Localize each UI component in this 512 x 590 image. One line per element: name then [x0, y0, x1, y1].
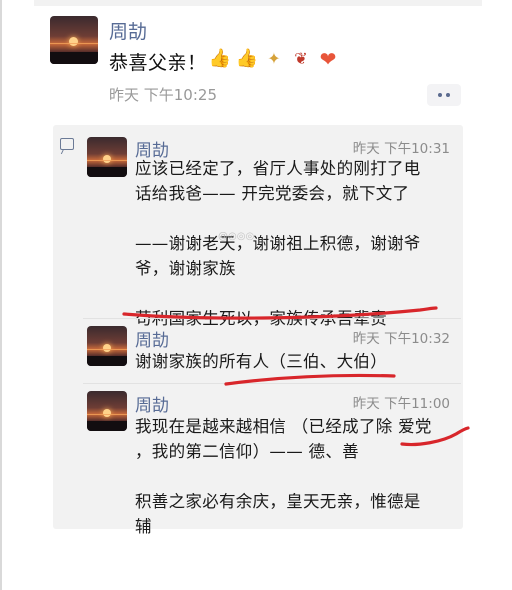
comment-icon	[60, 138, 74, 150]
more-options-button[interactable]	[427, 84, 461, 106]
rose-icon: ❦	[294, 49, 308, 68]
post-emojis: 👍 👍 ✦ ❦ ❤	[208, 46, 340, 72]
comment-timestamp: 昨天 下午10:32	[352, 331, 450, 347]
post-timestamp: 昨天 下午10:25	[109, 86, 217, 104]
comment-avatar[interactable]	[87, 326, 127, 366]
annotation-underline	[122, 306, 438, 320]
annotation-underline	[224, 373, 396, 386]
watermark: @◎◎◎	[218, 231, 255, 242]
dot-icon	[438, 93, 442, 97]
image-border	[0, 0, 2, 590]
comment-avatar[interactable]	[87, 137, 127, 177]
post-avatar[interactable]	[50, 16, 98, 64]
comment-author-name[interactable]: 周劼	[135, 391, 169, 416]
dot-icon	[446, 93, 450, 97]
party-popper-icon: ✦	[267, 49, 281, 68]
thumbs-up-icon: 👍	[208, 48, 232, 69]
comment-author-name[interactable]: 周劼	[135, 326, 169, 351]
heart-icon: ❤	[319, 47, 337, 71]
top-strip	[34, 0, 482, 6]
comment-timestamp: 昨天 下午10:31	[352, 141, 450, 157]
comment-timestamp: 昨天 下午11:00	[352, 396, 450, 412]
thumbs-up-icon: 👍	[235, 48, 259, 69]
post-text: 恭喜父亲！	[109, 52, 207, 74]
comment-avatar[interactable]	[87, 391, 127, 431]
annotation-underline	[400, 426, 470, 447]
post-author-name[interactable]: 周劼	[109, 17, 147, 44]
